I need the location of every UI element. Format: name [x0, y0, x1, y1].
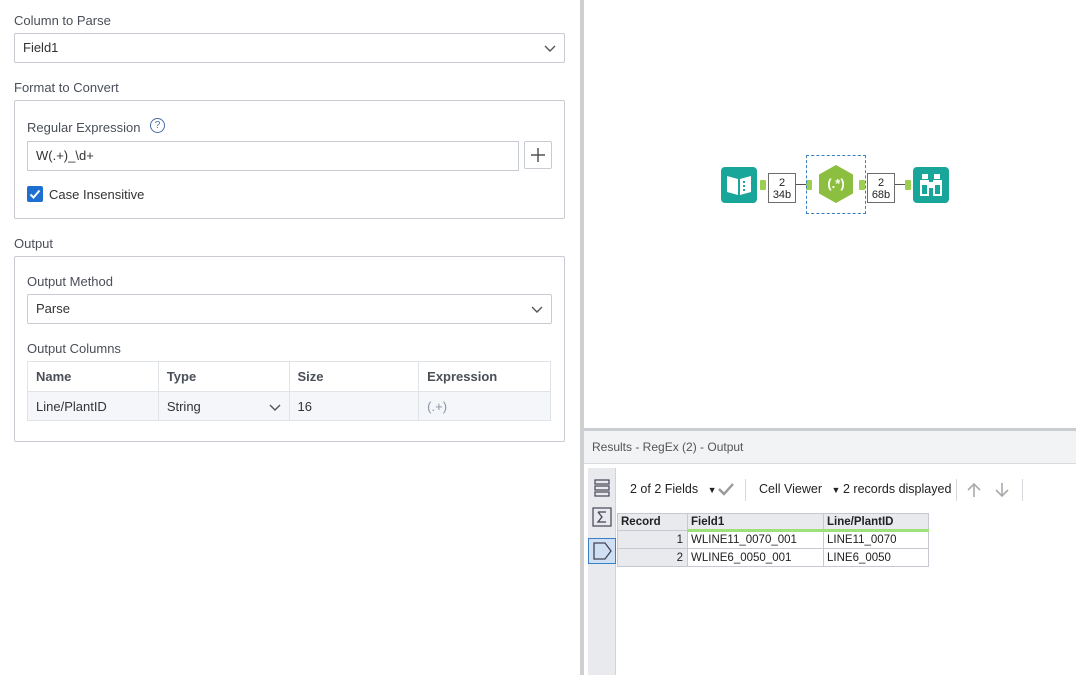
output-anchor[interactable]: [760, 180, 766, 190]
fields-selector-label: 2 of 2 Fields: [630, 482, 699, 496]
column-header-type: Type: [157, 361, 290, 392]
book-icon: [727, 176, 751, 195]
rows-icon: [594, 479, 610, 497]
connection-line[interactable]: [796, 184, 806, 185]
chevron-down-icon: [531, 306, 543, 313]
output-column-expression-cell: (.+): [418, 391, 551, 421]
arrow-down-icon: [995, 483, 1009, 498]
binoculars-icon: [920, 174, 942, 196]
grid-header-plantid[interactable]: Line/PlantID: [823, 513, 929, 532]
input-anchor[interactable]: [905, 180, 911, 190]
chevron-down-icon: [544, 45, 556, 52]
toolbar-divider: [1022, 479, 1023, 501]
byte-count: 34b: [772, 189, 792, 201]
grid-header-row: Record Field1 Line/PlantID: [617, 513, 929, 532]
regex-tool[interactable]: (.*): [816, 164, 856, 204]
output-columns-label: Output Columns: [27, 341, 121, 356]
column-to-parse-value: Field1: [23, 40, 59, 55]
output-method-label: Output Method: [27, 274, 113, 289]
output-label: Output: [14, 236, 54, 251]
results-title: Results - RegEx (2) - Output: [584, 431, 1076, 464]
record-count: 2: [877, 177, 885, 189]
cell-viewer-selector[interactable]: Cell Viewer ▼: [759, 471, 840, 507]
records-displayed: 2 records displayed: [843, 482, 952, 496]
grid-header-field1[interactable]: Field1: [687, 513, 824, 532]
record-count: 2: [778, 177, 786, 189]
app-window: Column to Parse Field1 Format to Convert…: [0, 0, 1076, 675]
chevron-down-icon: [269, 404, 280, 411]
scroll-down-button[interactable]: [993, 481, 1011, 502]
metadata-view-button[interactable]: [588, 505, 616, 531]
plantid-cell[interactable]: LINE11_0070: [823, 530, 929, 549]
column-header-size: Size: [288, 361, 420, 392]
record-number-cell: 1: [617, 530, 688, 549]
connection-line[interactable]: [895, 184, 905, 185]
cell-viewer-label: Cell Viewer: [759, 482, 822, 496]
format-to-convert-group: Regular Expression ? W(.+)_\d+ Case Inse…: [14, 100, 565, 219]
checkmark-icon: [29, 189, 41, 199]
workflow-canvas[interactable]: 2 34b (.*) 2 68b: [584, 0, 1076, 428]
column-header-expression: Expression: [418, 361, 551, 392]
record-number-cell: 2: [617, 548, 688, 567]
results-panel: Results - RegEx (2) - Output 2 of 2 Fiel…: [584, 428, 1076, 675]
byte-count: 68b: [871, 189, 891, 201]
column-to-parse-dropdown[interactable]: Field1: [14, 33, 565, 63]
checkmark-icon: [718, 483, 734, 496]
results-grid: Record Field1 Line/PlantID 1 WLINE11_007…: [617, 513, 929, 567]
caret-down-icon: ▼: [831, 485, 841, 495]
column-header-name: Name: [27, 361, 159, 392]
output-column-size-cell[interactable]: 16: [288, 391, 420, 421]
input-data-tool[interactable]: [721, 167, 757, 203]
regex-input[interactable]: W(.+)_\d+: [27, 141, 519, 171]
table-row[interactable]: 1 WLINE11_0070_001 LINE11_0070: [617, 530, 929, 549]
configuration-panel: Column to Parse Field1 Format to Convert…: [0, 0, 580, 675]
output-column-name-cell[interactable]: Line/PlantID: [27, 391, 159, 421]
results-sidebar: [588, 468, 616, 675]
output-column-type-value: String: [166, 398, 201, 414]
column-to-parse-label: Column to Parse: [14, 13, 111, 28]
output-column-type-cell[interactable]: String: [157, 391, 290, 421]
case-insensitive-checkbox[interactable]: [27, 186, 43, 202]
output-method-dropdown[interactable]: Parse: [27, 294, 552, 324]
regular-expression-label: Regular Expression: [27, 120, 141, 135]
toolbar-divider: [956, 479, 957, 501]
message-view-button[interactable]: [588, 538, 616, 564]
toolbar-divider: [745, 479, 746, 501]
plus-icon: [531, 148, 545, 162]
table-header-row: Name Type Size Expression: [27, 361, 551, 392]
sigma-icon: [592, 507, 612, 527]
record-count-badge: 2 34b: [768, 173, 796, 203]
tag-icon: [593, 542, 612, 560]
table-row: Line/PlantID String 16 (.+): [27, 391, 551, 421]
apply-checkmark-button[interactable]: [717, 481, 735, 500]
plantid-cell[interactable]: LINE6_0050: [823, 548, 929, 567]
format-to-convert-label: Format to Convert: [14, 80, 119, 95]
grid-header-record[interactable]: Record: [617, 513, 688, 531]
regex-glyph: (.*): [827, 176, 845, 191]
help-icon[interactable]: ?: [150, 118, 165, 133]
field1-cell[interactable]: WLINE11_0070_001: [687, 530, 824, 549]
scroll-up-button[interactable]: [965, 481, 983, 502]
arrow-up-icon: [967, 482, 981, 497]
case-insensitive-label: Case Insensitive: [49, 187, 145, 202]
field1-cell[interactable]: WLINE6_0050_001: [687, 548, 824, 567]
output-group: Output Method Parse Output Columns Name …: [14, 256, 565, 442]
output-method-value: Parse: [36, 301, 70, 316]
output-columns-table: Name Type Size Expression Line/PlantID S…: [27, 361, 551, 421]
output-anchor[interactable]: [859, 180, 865, 190]
insert-token-button[interactable]: [524, 141, 552, 169]
fields-selector[interactable]: 2 of 2 Fields ▼: [630, 471, 717, 507]
table-row[interactable]: 2 WLINE6_0050_001 LINE6_0050: [617, 548, 929, 567]
data-view-button[interactable]: [588, 476, 616, 502]
record-count-badge: 2 68b: [867, 173, 895, 203]
browse-tool[interactable]: [913, 167, 949, 203]
caret-down-icon: ▼: [707, 485, 717, 495]
